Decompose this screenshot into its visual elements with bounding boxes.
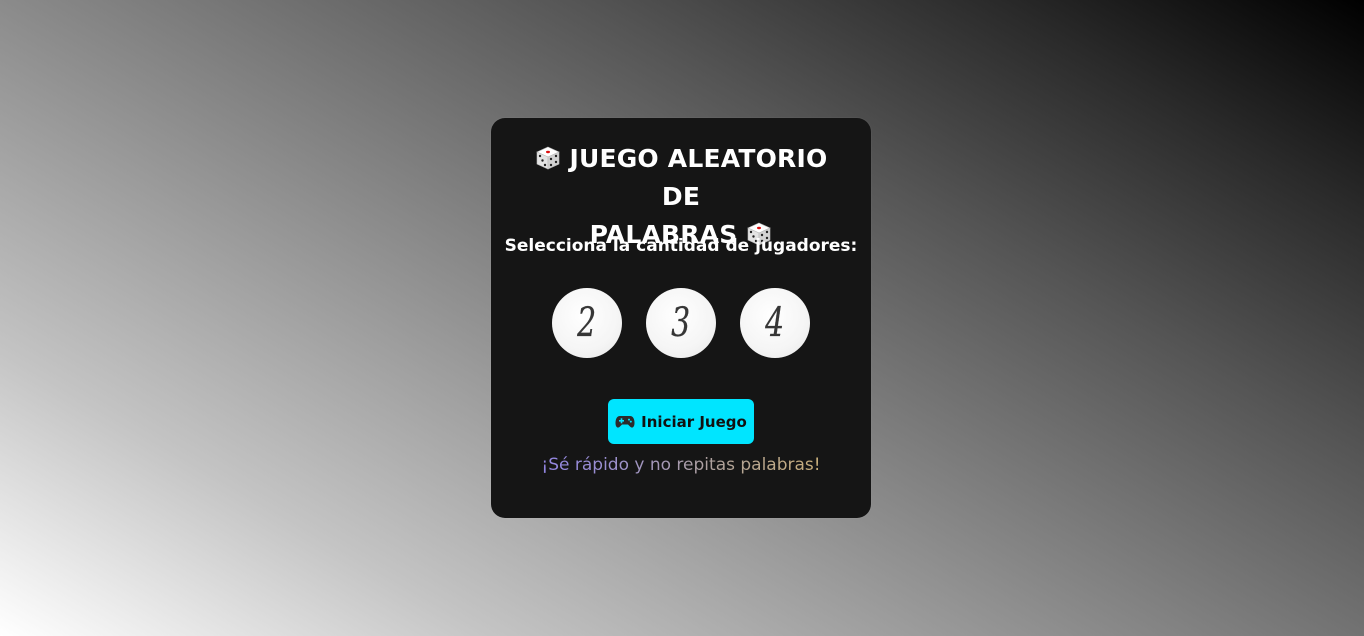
game-card: JUEGO ALEATORIO DE PALABRAS Selecciona l… — [491, 118, 871, 518]
player-count-3-label: 3 — [671, 300, 691, 346]
tagline: ¡Sé rápido y no repitas palabras! — [491, 453, 871, 477]
title-line-1: JUEGO ALEATORIO DE — [569, 144, 828, 211]
player-count-2-label: 2 — [577, 300, 597, 346]
player-count-label: Selecciona la cantidad de jugadores: — [504, 236, 858, 256]
player-count-4-label: 4 — [765, 300, 785, 346]
player-count-3-button[interactable]: 3 — [646, 288, 716, 358]
gamepad-icon — [615, 415, 635, 428]
start-game-button[interactable]: Iniciar Juego — [608, 399, 754, 444]
player-count-options: 2 3 4 — [491, 288, 871, 358]
player-count-2-button[interactable]: 2 — [552, 288, 622, 358]
player-count-4-button[interactable]: 4 — [740, 288, 810, 358]
die-icon — [535, 146, 560, 170]
start-game-label: Iniciar Juego — [641, 412, 747, 431]
